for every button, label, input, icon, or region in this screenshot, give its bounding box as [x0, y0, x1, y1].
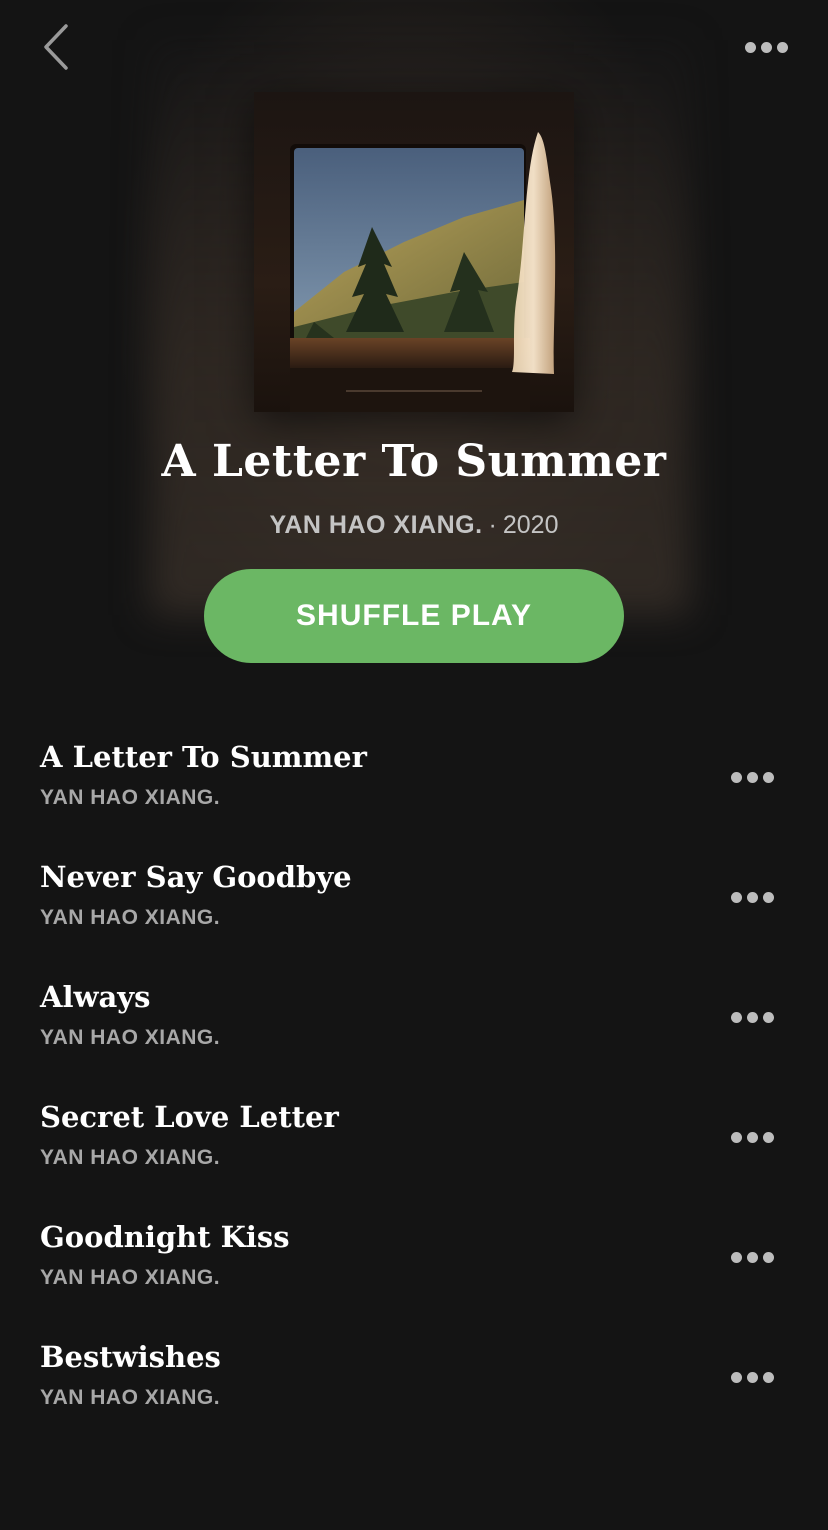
track-row[interactable]: Bestwishes YAN HAO XIANG. — [0, 1330, 828, 1450]
track-artist: YAN HAO XIANG. — [40, 906, 221, 929]
track-title: Always — [40, 980, 151, 1014]
more-options-button[interactable] — [738, 30, 794, 64]
album-year: 2020 — [502, 511, 559, 539]
track-row[interactable]: Never Say Goodbye YAN HAO XIANG. — [0, 850, 828, 970]
track-title: A Letter To Summer — [40, 740, 367, 774]
track-row[interactable]: Secret Love Letter YAN HAO XIANG. — [0, 1090, 828, 1210]
track-artist: YAN HAO XIANG. — [40, 1026, 221, 1049]
more-dot — [746, 891, 758, 903]
shuffle-play-button[interactable]: SHUFFLE PLAY — [204, 569, 624, 663]
track-row[interactable]: Always YAN HAO XIANG. — [0, 970, 828, 1090]
track-title: Bestwishes — [40, 1340, 221, 1374]
album-meta: YAN HAO XIANG. · 2020 — [0, 511, 828, 540]
more-horizontal-icon — [744, 41, 756, 53]
album-screen: A Letter To Summer YAN HAO XIANG. · 2020 S… — [0, 0, 828, 1530]
more-dot — [746, 771, 758, 783]
more-dot — [762, 771, 774, 783]
track-more-button[interactable] — [722, 1240, 782, 1274]
more-horizontal-icon — [730, 1131, 742, 1143]
back-button[interactable] — [38, 22, 78, 72]
more-horizontal-icon — [730, 1371, 742, 1383]
more-dot — [746, 1251, 758, 1263]
more-dot — [776, 41, 788, 53]
more-dot — [746, 1371, 758, 1383]
more-horizontal-icon — [730, 1011, 742, 1023]
album-title: A Letter To Summer — [161, 436, 667, 487]
track-title: Secret Love Letter — [40, 1100, 339, 1134]
track-artist: YAN HAO XIANG. — [40, 1266, 221, 1289]
album-cover — [254, 92, 574, 412]
more-dot — [762, 891, 774, 903]
track-more-button[interactable] — [722, 1120, 782, 1154]
track-more-button[interactable] — [722, 1000, 782, 1034]
track-title: Never Say Goodbye — [40, 860, 352, 894]
track-row[interactable]: A Letter To Summer YAN HAO XIANG. — [0, 730, 828, 850]
track-more-button[interactable] — [722, 1360, 782, 1394]
more-dot — [762, 1371, 774, 1383]
track-list: A Letter To Summer YAN HAO XIANG. Never … — [0, 730, 828, 1450]
more-horizontal-icon — [730, 771, 742, 783]
track-more-button[interactable] — [722, 760, 782, 794]
track-artist: YAN HAO XIANG. — [40, 786, 221, 809]
chevron-left-icon — [44, 24, 68, 70]
more-dot — [762, 1131, 774, 1143]
track-artist: YAN HAO XIANG. — [40, 1386, 221, 1409]
more-horizontal-icon — [730, 891, 742, 903]
track-more-button[interactable] — [722, 880, 782, 914]
album-artist[interactable]: YAN HAO XIANG. — [269, 511, 482, 539]
more-dot — [762, 1011, 774, 1023]
meta-separator: · — [488, 511, 497, 539]
track-row[interactable]: Goodnight Kiss YAN HAO XIANG. — [0, 1210, 828, 1330]
more-dot — [762, 1251, 774, 1263]
more-dot — [760, 41, 772, 53]
more-dot — [746, 1131, 758, 1143]
more-dot — [746, 1011, 758, 1023]
track-title: Goodnight Kiss — [40, 1220, 290, 1254]
more-horizontal-icon — [730, 1251, 742, 1263]
track-artist: YAN HAO XIANG. — [40, 1146, 221, 1169]
